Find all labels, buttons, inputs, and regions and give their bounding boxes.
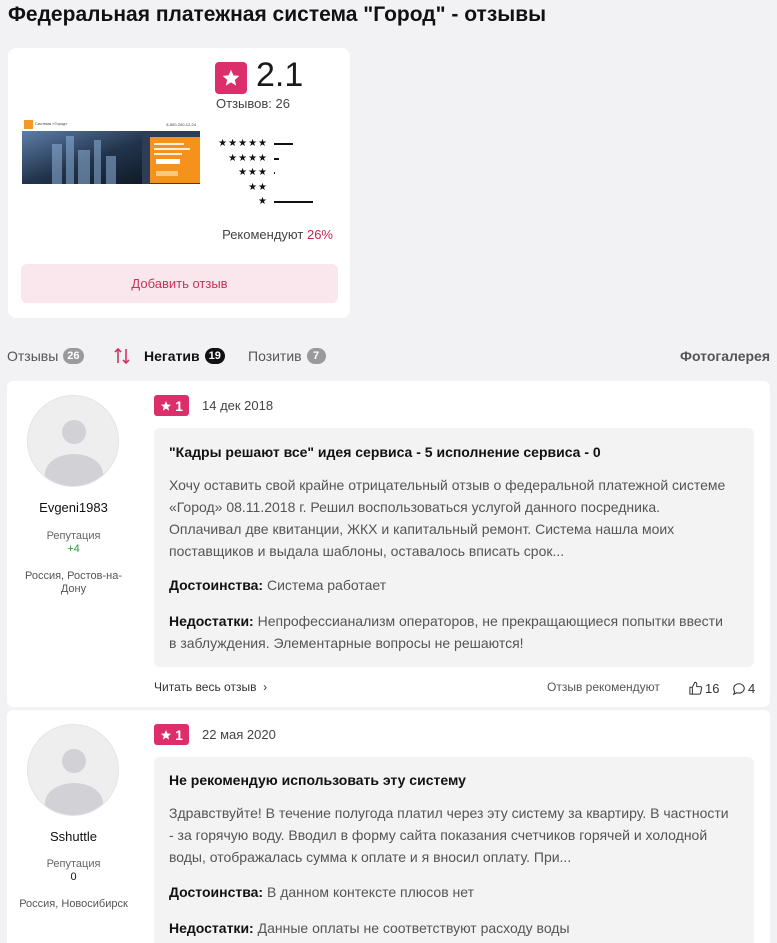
username[interactable]: Evgeni1983 [7,500,140,515]
review-rating-badge: 1 [154,395,189,416]
read-more-label: Читать весь отзыв [154,680,257,694]
review-recommended-label: Отзыв рекомендуют [547,680,660,694]
thumbs-up-icon [689,681,703,695]
distribution-bar-fill [274,143,293,145]
reputation-value: +4 [67,543,80,555]
distribution-stars: ★★ [248,182,268,193]
tab-all-count: 26 [63,348,84,364]
distribution-bar-fill [274,201,314,203]
reviews-count: Отзывов: 26 [216,96,290,111]
company-thumbnail[interactable]: Система «Город» 8-800-200-12-24 [22,118,200,184]
review-pros: Достоинства: Система работает [169,574,729,596]
reputation-label: Репутация [46,858,101,870]
tab-positive-count: 7 [306,348,326,364]
distribution-bar-fill [274,158,280,160]
avatar[interactable] [27,395,119,487]
review-text: Здравствуйте! В течение полугода платил … [169,805,729,865]
distribution-bar [274,143,338,145]
review-rating-value: 1 [175,397,183,414]
tab-positive[interactable]: Позитив 7 [248,348,326,364]
thumbnail-promo-block [150,137,200,183]
sort-icon[interactable] [114,346,131,371]
review-date: 22 мая 2020 [202,727,276,742]
distribution-stars: ★★★★ [228,153,268,164]
star-icon [161,400,172,411]
review-pros: Достоинства: В данном контексте плюсов н… [169,881,729,903]
review-title[interactable]: Не рекомендую использовать эту систему [169,772,466,788]
review-filter-tabs: Отзывы 26 Негатив 19 Позитив 7 Фотогалер… [7,346,770,368]
review-card: Evgeni1983 Репутация +4 Россия, Ростов-н… [7,381,770,707]
read-full-review-link[interactable]: Читать весь отзыв › [154,680,267,694]
thumbnail-phone: 8-800-200-12-24 [166,122,196,127]
review-card: Sshuttle Репутация 0 Россия, Новосибирск… [7,710,770,943]
cons-label: Недостатки: [169,920,254,936]
pros-text: В данном контексте плюсов нет [267,884,474,900]
rating-distribution-row[interactable]: ★★★★ [228,154,338,164]
chevron-right-icon: › [259,680,268,694]
rating-distribution-row[interactable]: ★ [258,197,338,207]
review-content: Не рекомендую использовать эту систему З… [154,757,754,943]
likes-count: 16 [705,681,720,696]
distribution-bar [274,187,338,189]
username[interactable]: Sshuttle [7,829,140,844]
comments-button[interactable]: 4 [732,681,755,696]
rating-distribution-row[interactable]: ★★★ [238,168,338,178]
review-cons: Недостатки: Непрофессианализм операторов… [169,610,729,654]
recommend-percentage: Рекомендуют 26% [222,227,333,242]
rating-distribution-row[interactable]: ★★ [248,183,338,193]
pros-label: Достоинства: [169,577,264,593]
review-text: Хочу оставить свой крайне отрицательный … [169,477,726,559]
cons-text: Данные оплаты не соответствуют расходу в… [257,920,570,936]
rating-star-icon [215,62,247,94]
cons-label: Недостатки: [169,613,254,629]
distribution-bar [274,201,338,203]
recommend-value: 26% [306,227,333,242]
tab-all-reviews[interactable]: Отзывы 26 [7,348,84,364]
pros-text: Система работает [267,577,387,593]
tab-negative-count: 19 [204,348,225,364]
tab-positive-label: Позитив [248,348,302,364]
comment-icon [732,682,745,695]
thumbnail-logo-text: Система «Город» [35,121,68,126]
review-rating-value: 1 [175,726,183,743]
rating-summary-card: Система «Город» 8-800-200-12-24 2.1 Отзы… [8,48,350,318]
thumbnail-logo-icon [24,120,33,129]
page-title: Федеральная платежная система "Город" - … [8,3,547,26]
distribution-stars: ★★★★★ [218,138,268,149]
distribution-stars: ★ [258,196,268,207]
average-rating: 2.1 [256,56,304,94]
user-location: Россия, Ростов-на-Дону [24,570,123,595]
distribution-bar-fill [274,172,276,174]
reputation-value: 0 [70,871,77,883]
rating-distribution-row[interactable]: ★★★★★ [218,139,338,149]
review-date: 14 дек 2018 [202,398,274,413]
star-icon [161,729,172,740]
comments-count: 4 [748,681,756,696]
tab-all-label: Отзывы [7,348,59,364]
reputation-label: Репутация [46,530,101,542]
review-title[interactable]: "Кадры решают все" идея сервиса - 5 испо… [169,444,601,460]
avatar[interactable] [27,724,119,816]
pros-label: Достоинства: [169,884,264,900]
thumbnail-city-image [22,131,142,184]
review-cons: Недостатки: Данные оплаты не соответству… [169,917,729,939]
tab-negative[interactable]: Негатив 19 [144,348,225,364]
user-location: Россия, Новосибирск [19,898,128,910]
tab-negative-label: Негатив [144,348,200,364]
like-button[interactable]: 16 [688,681,719,696]
distribution-bar [274,158,338,160]
distribution-stars: ★★★ [238,167,268,178]
review-rating-badge: 1 [154,724,189,745]
review-content: "Кадры решают все" идея сервиса - 5 испо… [154,428,754,667]
recommend-label: Рекомендуют [222,227,304,242]
photo-gallery-link[interactable]: Фотогалерея [680,348,770,364]
distribution-bar [274,172,338,174]
add-review-button[interactable]: Добавить отзыв [21,264,338,303]
